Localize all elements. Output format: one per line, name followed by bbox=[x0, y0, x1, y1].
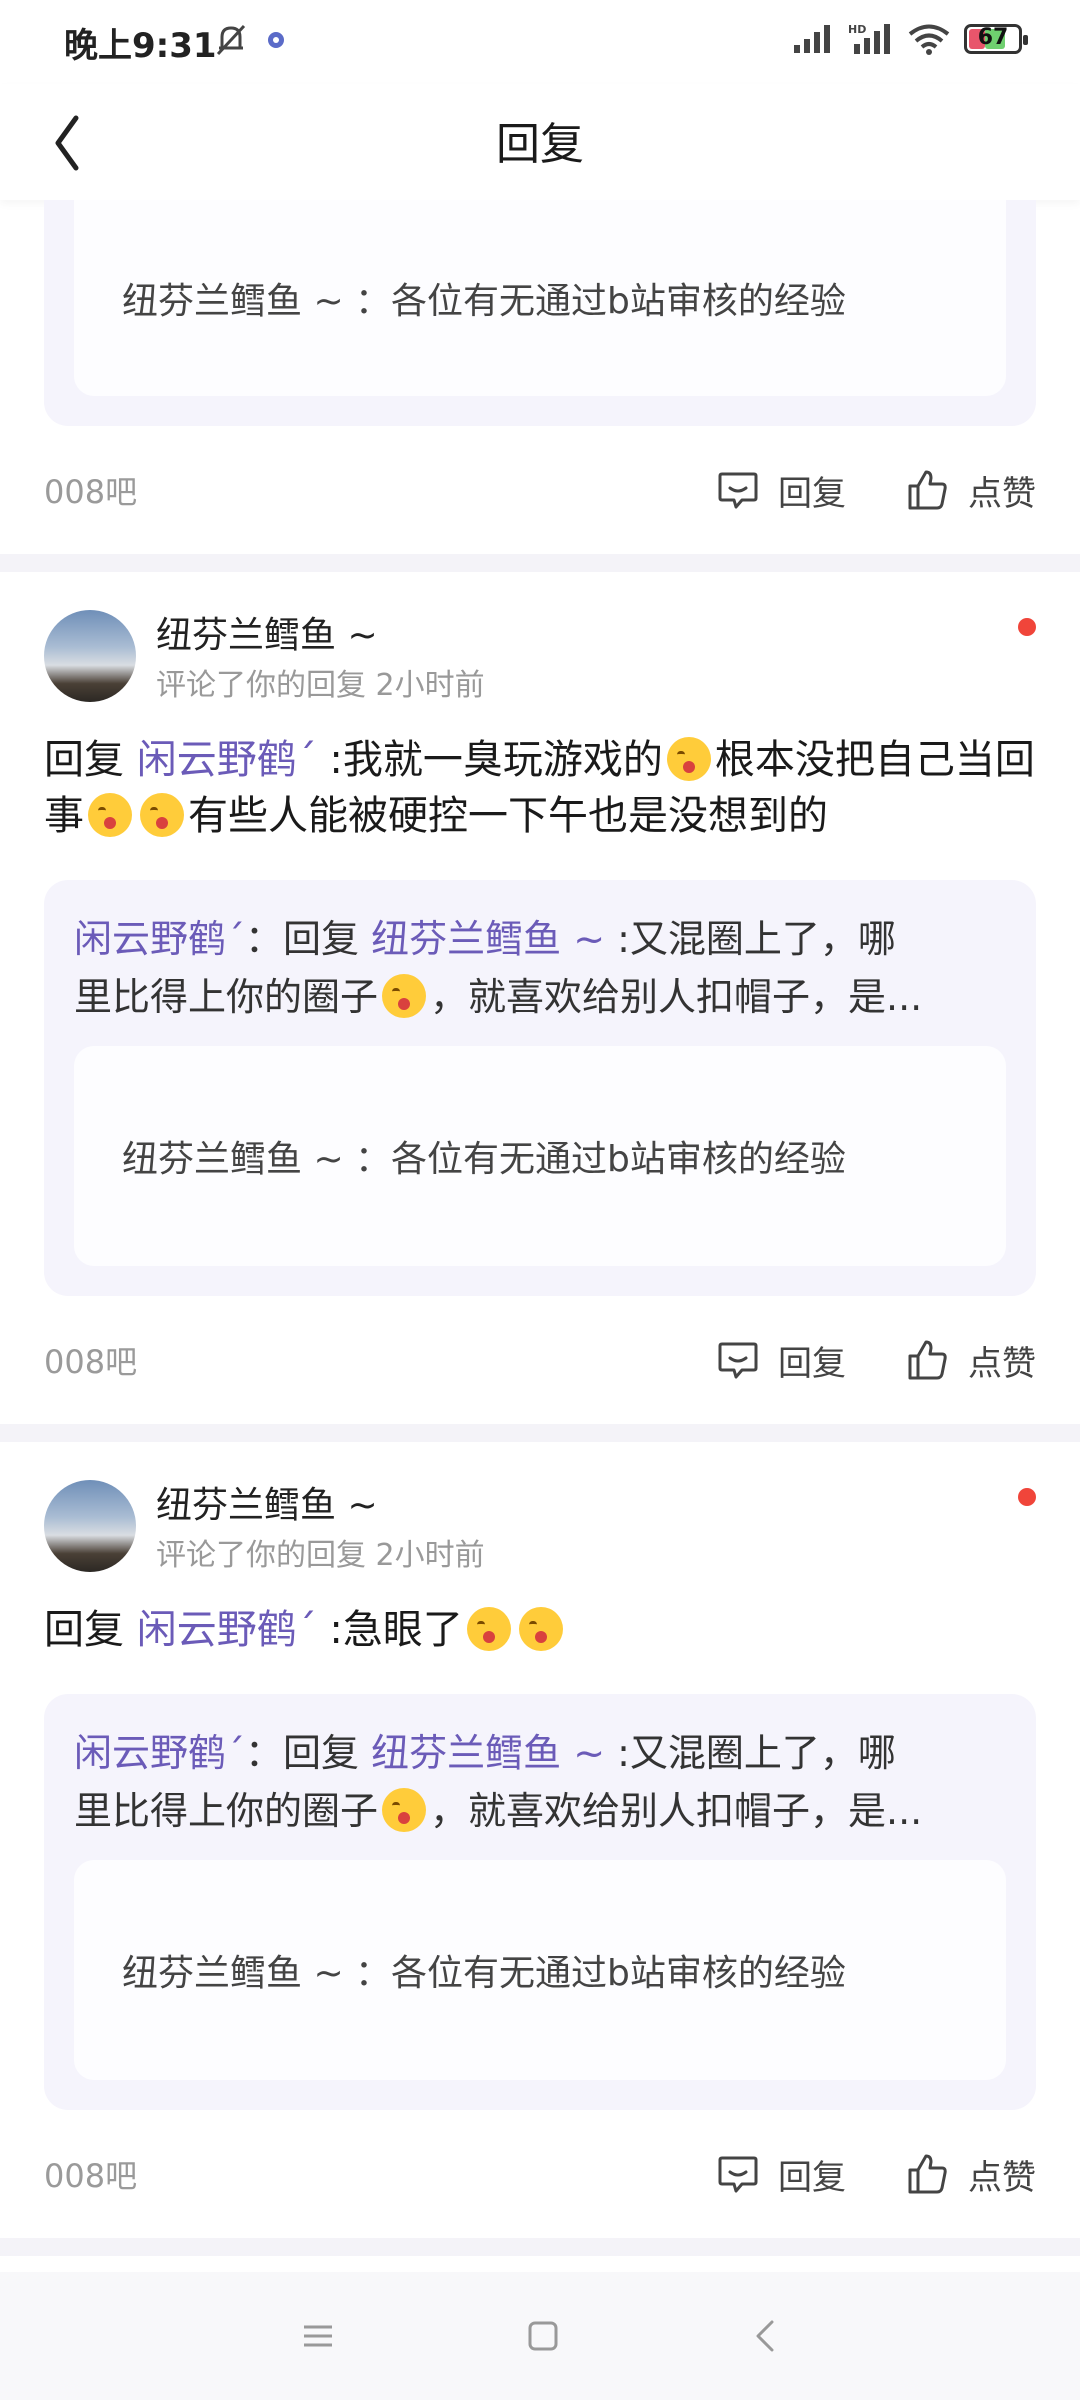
like-label: 点赞 bbox=[968, 1343, 1036, 1384]
wifi-icon bbox=[908, 24, 950, 55]
post-header: 纽芬兰鳕鱼 ~ 评论了你的回复 2小时前 bbox=[0, 610, 1080, 706]
reply-text[interactable]: 回复 闲云野鹤ˊ :急眼了 bbox=[0, 1576, 1080, 1694]
mention-link[interactable]: 闲云野鹤ˊ bbox=[137, 737, 317, 783]
thumbs-up-icon bbox=[908, 2154, 947, 2194]
laughing-emoji-icon bbox=[88, 793, 132, 837]
signal-hd-icon: HD bbox=[848, 23, 890, 54]
avatar[interactable] bbox=[44, 610, 136, 702]
like-label: 点赞 bbox=[968, 2157, 1036, 2198]
reply-button[interactable]: 回复 bbox=[716, 2150, 846, 2199]
unread-dot bbox=[1018, 618, 1036, 636]
card-divider bbox=[0, 554, 1080, 572]
post-subline: 评论了你的回复 2小时前 bbox=[156, 668, 485, 703]
card-meta-row: 008吧 回复 点赞 bbox=[0, 1296, 1080, 1424]
thumbs-up-icon bbox=[908, 1340, 947, 1380]
reply-card[interactable]: 纽芬兰鳕鱼 ~ 评论了你的回复 2小时前 回复 闲云野鹤ˊ :我就一臭玩游戏的根… bbox=[0, 572, 1080, 1442]
quoted-reply: 闲云野鹤ˊ：回复 纽芬兰鳕鱼 ~ :又混圈上了，哪 bbox=[74, 1724, 1006, 1782]
hand-over-mouth-emoji-icon bbox=[382, 1788, 427, 1832]
app-notification-icon bbox=[268, 32, 284, 48]
original-post-text: 纽芬兰鳕鱼 ~ ：各位有无通过b站审核的经验 bbox=[122, 281, 846, 322]
battery-icon: 67 bbox=[964, 24, 1028, 54]
quote-text-part: 里比得上你的圈子 bbox=[74, 1789, 379, 1833]
quote-text-part: :又混圈上了，哪 bbox=[617, 917, 896, 961]
battery-level: 67 bbox=[977, 25, 1009, 50]
hand-over-mouth-emoji-icon bbox=[382, 974, 427, 1018]
post-header: 纽芬兰鳕鱼 ~ 评论了你的回复 2小时前 bbox=[0, 1480, 1080, 1576]
like-button[interactable]: 点赞 bbox=[906, 2150, 1036, 2199]
author-name[interactable]: 纽芬兰鳕鱼 ~ bbox=[156, 1476, 378, 1528]
mute-bell-icon bbox=[216, 24, 246, 56]
quote-box[interactable]: 闲云野鹤ˊ：回复 纽芬兰鳕鱼 ~ :又混圈上了，哪 里比得上你的圈子 ，就喜欢给别… bbox=[44, 880, 1036, 1296]
source-forum[interactable]: 008吧 bbox=[44, 1337, 656, 1383]
unread-dot bbox=[1018, 1488, 1036, 1506]
card-divider bbox=[0, 1424, 1080, 1442]
reply-prefix: 回复 bbox=[44, 737, 137, 783]
reply-text[interactable]: 回复 闲云野鹤ˊ :我就一臭玩游戏的 根本没把自己当回事 有些人能被硬控一下午也是没… bbox=[0, 706, 1080, 880]
top-nav-bar: 回复 bbox=[0, 84, 1080, 200]
source-forum[interactable]: 008吧 bbox=[44, 467, 656, 513]
quote-text-part: :又混圈上了，哪 bbox=[617, 1731, 896, 1775]
like-button[interactable]: 点赞 bbox=[906, 466, 1036, 515]
reply-label: 回复 bbox=[778, 2157, 846, 2198]
laughing-emoji-icon bbox=[518, 1607, 563, 1651]
reply-text-part: :急眼了 bbox=[316, 1607, 463, 1653]
thumbs-up-icon bbox=[908, 470, 947, 510]
laughing-emoji-icon bbox=[140, 793, 184, 837]
quote-text-part: ：回复 bbox=[245, 917, 372, 961]
reply-text-part: 有些人能被硬控一下午也是没想到的 bbox=[188, 793, 828, 839]
like-button[interactable]: 点赞 bbox=[906, 1336, 1036, 1385]
quote-box[interactable]: 纽芬兰鳕鱼 ~ ：各位有无通过b站审核的经验 bbox=[44, 200, 1036, 426]
reply-card[interactable]: 纽芬兰鳕鱼 ~ 评论了你的回复 2小时前 回复 闲云野鹤ˊ :急眼了 闲云野鹤ˊ… bbox=[0, 1442, 1080, 2256]
reply-button[interactable]: 回复 bbox=[716, 1336, 846, 1385]
card-meta-row: 008吧 回复 点赞 bbox=[0, 2110, 1080, 2238]
quoted-reply-line2: 里比得上你的圈子 ，就喜欢给别人扣帽子，是... bbox=[74, 968, 1006, 1026]
status-right-icons: HD 67 bbox=[792, 22, 1028, 56]
like-label: 点赞 bbox=[968, 473, 1036, 514]
comment-icon bbox=[718, 2156, 758, 2193]
mention-link[interactable]: 闲云野鹤ˊ bbox=[137, 1607, 317, 1653]
reply-label: 回复 bbox=[778, 1343, 846, 1384]
system-nav-bar bbox=[0, 2272, 1080, 2400]
comment-icon bbox=[718, 1342, 758, 1379]
quote-author-link[interactable]: 闲云野鹤ˊ bbox=[74, 1731, 245, 1775]
source-forum[interactable]: 008吧 bbox=[44, 2151, 656, 2197]
reply-feed: 纽芬兰鳕鱼 ~ ：各位有无通过b站审核的经验 008吧 回复 点赞 纽芬兰鳕鱼 … bbox=[0, 200, 1080, 2256]
original-post-box[interactable]: 纽芬兰鳕鱼 ~ ：各位有无通过b站审核的经验 bbox=[74, 1046, 1006, 1266]
reply-button[interactable]: 回复 bbox=[716, 466, 846, 515]
status-bar: 晚上9:31 HD 67 bbox=[0, 0, 1080, 84]
avatar[interactable] bbox=[44, 1480, 136, 1572]
quote-text-part: ，就喜欢给别人扣帽子，是... bbox=[430, 1789, 923, 1833]
status-time: 晚上9:31 bbox=[64, 26, 217, 66]
quote-text-part: ：回复 bbox=[245, 1731, 372, 1775]
quote-box[interactable]: 闲云野鹤ˊ：回复 纽芬兰鳕鱼 ~ :又混圈上了，哪 里比得上你的圈子 ，就喜欢给别… bbox=[44, 1694, 1036, 2110]
author-name[interactable]: 纽芬兰鳕鱼 ~ bbox=[156, 606, 378, 658]
quote-text-part: 里比得上你的圈子 bbox=[74, 975, 379, 1019]
quote-target-link[interactable]: 纽芬兰鳕鱼 ~ bbox=[371, 1731, 617, 1775]
original-post-box[interactable]: 纽芬兰鳕鱼 ~ ：各位有无通过b站审核的经验 bbox=[74, 1860, 1006, 2080]
reply-prefix: 回复 bbox=[44, 1607, 137, 1653]
signal-icon bbox=[794, 25, 830, 53]
comment-icon bbox=[718, 472, 758, 509]
card-meta-row: 008吧 回复 点赞 bbox=[0, 426, 1080, 554]
home-icon[interactable] bbox=[526, 2319, 560, 2353]
quoted-reply-line2: 里比得上你的圈子 ，就喜欢给别人扣帽子，是... bbox=[74, 1782, 1006, 1840]
quote-text-part: ，就喜欢给别人扣帽子，是... bbox=[430, 975, 923, 1019]
menu-icon[interactable] bbox=[300, 2321, 336, 2351]
post-subline: 评论了你的回复 2小时前 bbox=[156, 1538, 485, 1573]
quoted-reply: 闲云野鹤ˊ：回复 纽芬兰鳕鱼 ~ :又混圈上了，哪 bbox=[74, 910, 1006, 968]
original-post-text: 纽芬兰鳕鱼 ~ ：各位有无通过b站审核的经验 bbox=[122, 1953, 846, 1994]
quote-author-link[interactable]: 闲云野鹤ˊ bbox=[74, 917, 245, 961]
original-post-box[interactable]: 纽芬兰鳕鱼 ~ ：各位有无通过b站审核的经验 bbox=[74, 200, 1006, 396]
laughing-emoji-icon bbox=[466, 1607, 511, 1651]
back-icon[interactable] bbox=[750, 2318, 780, 2354]
status-left-icons bbox=[214, 22, 286, 58]
laughing-emoji-icon bbox=[666, 737, 711, 781]
quote-target-link[interactable]: 纽芬兰鳕鱼 ~ bbox=[371, 917, 617, 961]
reply-label: 回复 bbox=[778, 473, 846, 514]
original-post-text: 纽芬兰鳕鱼 ~ ：各位有无通过b站审核的经验 bbox=[122, 1139, 846, 1180]
hd-label: HD bbox=[848, 23, 866, 36]
page-title: 回复 bbox=[496, 119, 584, 170]
reply-text-part: :我就一臭玩游戏的 bbox=[316, 737, 663, 783]
card-divider bbox=[0, 2238, 1080, 2256]
